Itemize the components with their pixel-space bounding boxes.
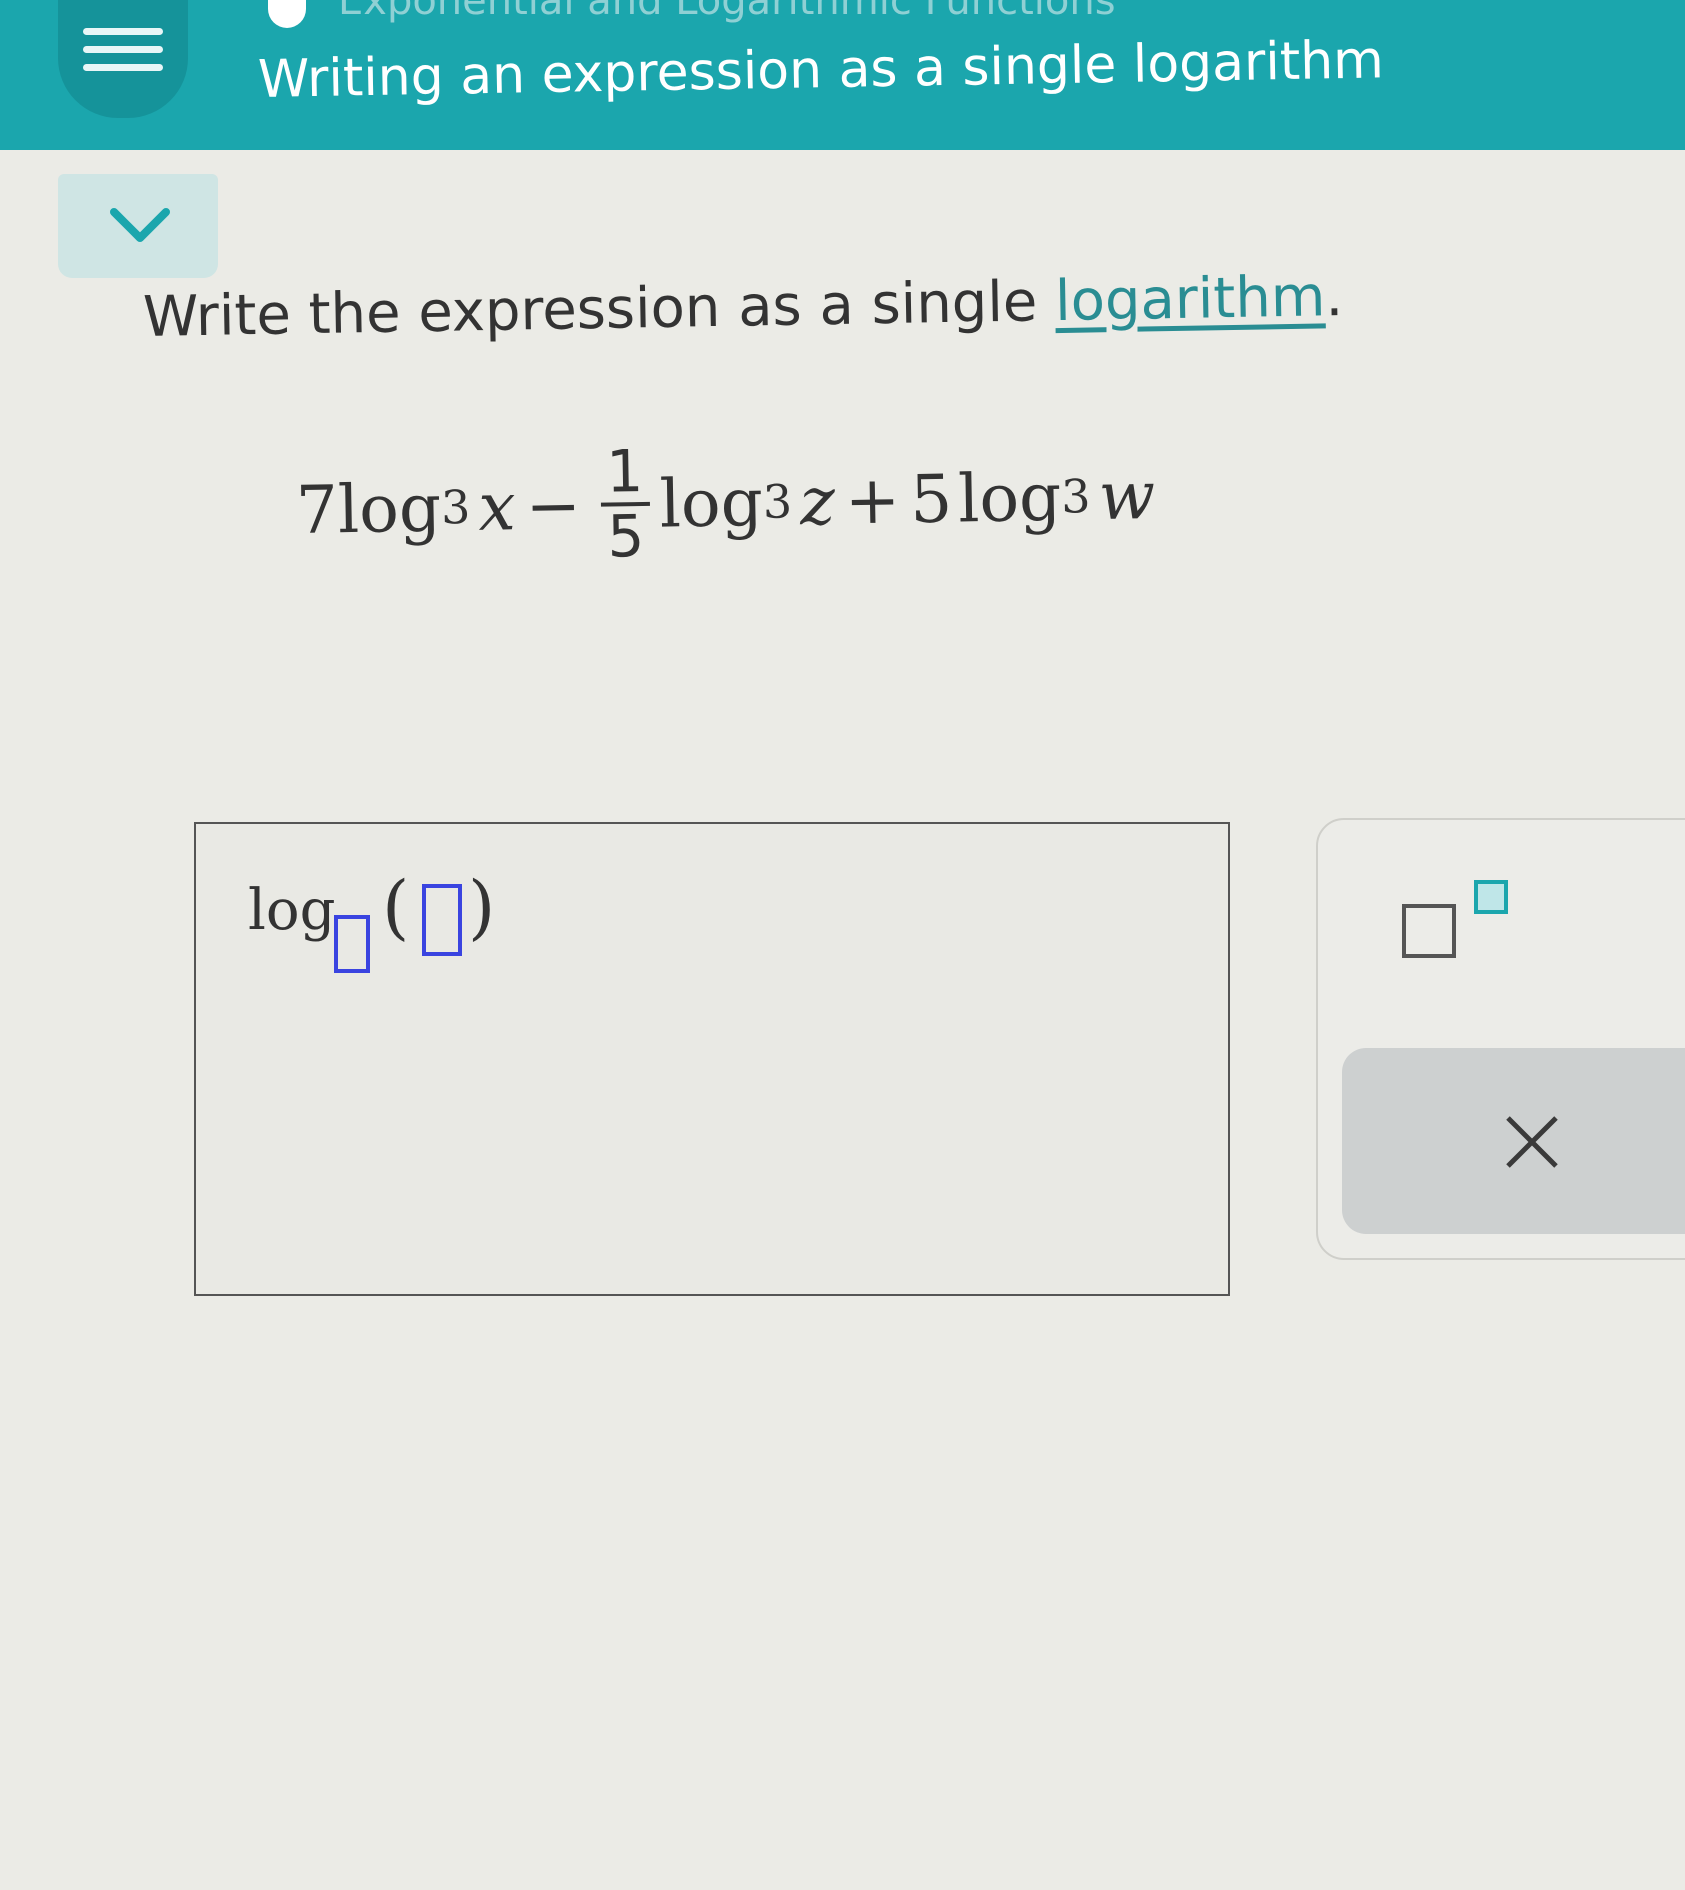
log-function: log <box>957 458 1062 537</box>
top-header: Exponential and Logarithmic Functions Wr… <box>0 0 1685 150</box>
fraction-numerator: 1 <box>599 437 650 507</box>
answer-log-label: log <box>248 878 336 943</box>
given-expression: 7 log 3 x − 1 5 log 3 z + 5 log 3 w <box>294 405 1156 600</box>
log-function: log <box>337 468 442 548</box>
exponent-base-box <box>1402 904 1456 958</box>
clear-button[interactable] <box>1342 1048 1685 1234</box>
open-parenthesis: ( <box>382 866 410 948</box>
log-base: 3 <box>440 479 471 535</box>
variable: w <box>1097 456 1156 535</box>
exponent-template-icon[interactable] <box>1402 880 1512 970</box>
prompt-period: . <box>1324 264 1344 330</box>
menu-bar-line <box>83 64 163 71</box>
close-x-icon <box>1506 1116 1558 1168</box>
close-parenthesis: ) <box>468 866 496 948</box>
topic-title: Exponential and Logarithmic Functions <box>338 0 1116 24</box>
log-base-input[interactable] <box>334 915 370 973</box>
page-title: Writing an expression as a single logari… <box>257 30 1385 110</box>
math-keypad <box>1316 818 1685 1260</box>
prompt-text: Write the expression as a single <box>142 269 1056 350</box>
fraction-denominator: 5 <box>606 501 645 571</box>
hamburger-menu-icon[interactable] <box>58 0 188 118</box>
log-function: log <box>659 463 764 543</box>
coefficient: 5 <box>909 460 953 538</box>
collapse-button[interactable] <box>58 174 218 278</box>
operator: − <box>524 466 582 545</box>
fraction: 1 5 <box>599 437 651 571</box>
operator: + <box>844 460 901 539</box>
logarithm-glossary-link[interactable]: logarithm <box>1055 264 1326 334</box>
menu-bar-line <box>83 28 163 35</box>
exponent-power-box <box>1474 880 1508 914</box>
chevron-down-icon <box>110 208 170 242</box>
menu-bar-line <box>83 46 163 53</box>
variable: x <box>477 467 517 546</box>
answer-input-area[interactable]: log ( ) <box>194 822 1230 1296</box>
variable: z <box>799 462 836 540</box>
log-base: 3 <box>762 474 793 529</box>
problem-prompt: Write the expression as a single logarit… <box>142 264 1343 350</box>
log-argument-input[interactable] <box>422 884 462 956</box>
coefficient: 7 <box>295 470 339 549</box>
log-base: 3 <box>1060 469 1092 524</box>
topic-progress-icon <box>268 0 306 28</box>
